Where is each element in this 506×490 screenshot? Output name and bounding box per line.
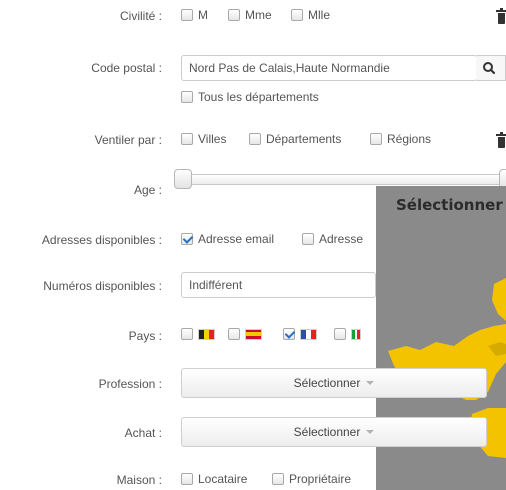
italy-flag-icon bbox=[351, 328, 361, 340]
achat-select-button[interactable]: Sélectionner bbox=[181, 417, 487, 447]
civilite-mlle[interactable]: Mlle bbox=[291, 8, 330, 22]
map-region bbox=[492, 278, 506, 321]
maison-proprietaire-label: Propriétaire bbox=[289, 472, 352, 486]
profession-button-label: Sélectionner bbox=[293, 376, 361, 390]
search-icon bbox=[483, 62, 496, 75]
profession-label: Profession : bbox=[98, 377, 162, 391]
trash-icon[interactable] bbox=[496, 8, 506, 24]
search-button[interactable] bbox=[476, 55, 506, 81]
profession-select-button[interactable]: Sélectionner bbox=[181, 368, 487, 398]
civilite-label: Civilité : bbox=[119, 9, 162, 23]
civilite-mlle-checkbox[interactable] bbox=[291, 9, 303, 21]
maison-proprietaire-checkbox[interactable] bbox=[272, 473, 284, 485]
pays-espagne[interactable] bbox=[228, 328, 262, 340]
civilite-mlle-label: Mlle bbox=[308, 8, 331, 22]
code-postal-value: Nord Pas de Calais,Haute Normandie bbox=[189, 61, 390, 75]
ventiler-label: Ventiler par : bbox=[94, 133, 162, 147]
civilite-m-checkbox[interactable] bbox=[181, 9, 193, 21]
belgium-flag-icon bbox=[198, 328, 215, 340]
pays-espagne-checkbox[interactable] bbox=[228, 328, 240, 340]
maison-locataire-checkbox[interactable] bbox=[181, 473, 193, 485]
tous-departements-checkbox[interactable] bbox=[181, 91, 193, 103]
adresses-email-checkbox[interactable] bbox=[181, 233, 193, 245]
civilite-mme[interactable]: Mme bbox=[228, 8, 272, 22]
civilite-m[interactable]: M bbox=[181, 8, 208, 22]
pays-france[interactable] bbox=[283, 328, 317, 340]
age-slider-handle-min[interactable] bbox=[174, 169, 192, 189]
adresses-label: Adresses disponibles : bbox=[41, 233, 162, 247]
achat-label: Achat : bbox=[124, 426, 162, 440]
code-postal-label: Code postal : bbox=[91, 61, 162, 75]
maison-locataire[interactable]: Locataire bbox=[181, 472, 247, 486]
age-label: Age : bbox=[133, 183, 162, 197]
pays-belgique-checkbox[interactable] bbox=[181, 328, 193, 340]
ventiler-regions-checkbox[interactable] bbox=[370, 133, 382, 145]
tous-departements[interactable]: Tous les départements bbox=[181, 90, 319, 104]
pays-belgique[interactable] bbox=[181, 328, 215, 340]
ventiler-departements-checkbox[interactable] bbox=[249, 133, 261, 145]
adresses-email[interactable]: Adresse email bbox=[181, 232, 274, 246]
pays-italie[interactable] bbox=[334, 328, 361, 340]
numeros-label: Numéros disponibles : bbox=[43, 279, 162, 293]
achat-button-label: Sélectionner bbox=[293, 425, 361, 439]
civilite-mme-checkbox[interactable] bbox=[228, 9, 240, 21]
trash-icon[interactable] bbox=[496, 132, 506, 148]
tous-departements-label: Tous les départements bbox=[198, 90, 319, 104]
civilite-mme-label: Mme bbox=[245, 8, 272, 22]
numeros-select[interactable]: Indifférent bbox=[181, 272, 376, 298]
ventiler-villes-label: Villes bbox=[198, 132, 227, 146]
adresses-postale-checkbox[interactable] bbox=[302, 233, 314, 245]
age-slider-track[interactable] bbox=[181, 174, 506, 185]
maison-locataire-label: Locataire bbox=[198, 472, 248, 486]
ventiler-departements[interactable]: Départements bbox=[249, 132, 341, 146]
france-flag-icon bbox=[300, 328, 317, 340]
code-postal-input[interactable]: Nord Pas de Calais,Haute Normandie bbox=[181, 55, 477, 81]
ventiler-regions-label: Régions bbox=[387, 132, 432, 146]
caret-down-icon bbox=[366, 430, 375, 434]
maison-label: Maison : bbox=[116, 473, 162, 487]
spain-flag-icon bbox=[245, 328, 262, 340]
caret-down-icon bbox=[366, 381, 375, 385]
numeros-value: Indifférent bbox=[189, 278, 243, 292]
maison-proprietaire[interactable]: Propriétaire bbox=[272, 472, 351, 486]
pays-italie-checkbox[interactable] bbox=[334, 328, 346, 340]
adresses-postale[interactable]: Adresse bbox=[302, 232, 376, 246]
ventiler-villes[interactable]: Villes bbox=[181, 132, 226, 146]
adresses-postale-label: Adresse bbox=[319, 232, 364, 246]
ventiler-villes-checkbox[interactable] bbox=[181, 133, 193, 145]
civilite-m-label: M bbox=[198, 8, 208, 22]
pays-france-checkbox[interactable] bbox=[283, 328, 295, 340]
pays-label: Pays : bbox=[128, 329, 162, 343]
ventiler-regions[interactable]: Régions bbox=[370, 132, 431, 146]
adresses-email-label: Adresse email bbox=[198, 232, 275, 246]
ventiler-departements-label: Départements bbox=[266, 132, 342, 146]
